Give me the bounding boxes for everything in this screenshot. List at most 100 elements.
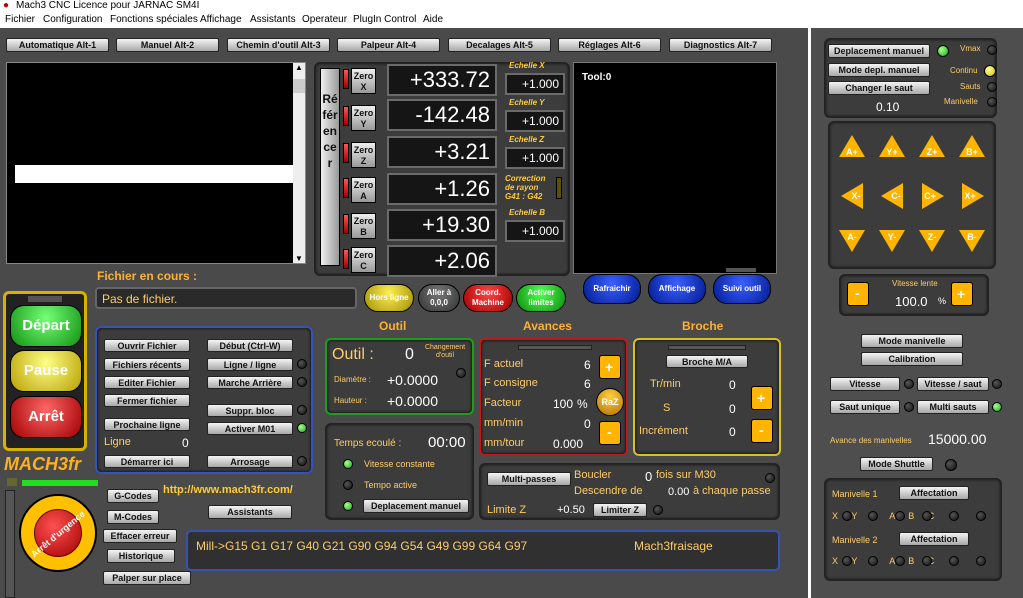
gcodes-button[interactable]: G-Codes [107, 489, 159, 503]
arret-button[interactable]: Arrêt [10, 396, 82, 438]
tab-automatique[interactable]: Automatique Alt-1 [6, 38, 109, 52]
menu-fichier[interactable]: Fichier [5, 14, 35, 25]
tab-manuel[interactable]: Manuel Alt-2 [116, 38, 219, 52]
scale-b[interactable]: +1.000 [505, 220, 565, 242]
demarrer-ici-button[interactable]: Démarrer ici [104, 455, 190, 468]
avances-slider[interactable] [518, 345, 592, 350]
gcode-viewer[interactable]: ▲ ▼ [6, 62, 306, 264]
zero-y-button[interactable]: Zero Y [351, 105, 376, 131]
pause-button[interactable]: Pause [10, 350, 82, 392]
depl-manuel-button[interactable]: Deplacement manuel [828, 44, 930, 58]
limite-z-value[interactable]: +0.50 [557, 504, 585, 516]
assistants-button[interactable]: Assistants [208, 505, 292, 519]
zero-a-button[interactable]: Zero A [351, 177, 376, 203]
mode-depl-button[interactable]: Mode depl. manuel [828, 63, 930, 77]
dro-x[interactable]: +333.72 [387, 64, 497, 96]
arrosage-button[interactable]: Arrosage [207, 455, 293, 468]
suivi-outil-button[interactable]: Suivi outil [713, 274, 771, 304]
activer-limites-button[interactable]: Activer limites [516, 284, 566, 312]
diametre-value[interactable]: +0.0000 [387, 372, 438, 388]
toolpath-display[interactable]: Tool:0 [573, 62, 777, 274]
referencer-button[interactable]: Référencer [320, 68, 340, 266]
saut-value[interactable]: 0.10 [876, 100, 899, 114]
editer-fichier-button[interactable]: Editer Fichier [104, 376, 190, 389]
scale-y[interactable]: +1.000 [505, 110, 565, 132]
saut-unique-button[interactable]: Saut unique [830, 400, 900, 414]
mode-shuttle-button[interactable]: Mode Shuttle [860, 457, 933, 471]
website-link[interactable]: http://www.mach3fr.com/ [163, 484, 293, 496]
marche-arriere-button[interactable]: Marche Arrière [207, 376, 293, 389]
mcodes-button[interactable]: M-Codes [107, 510, 159, 524]
feed-down-button[interactable]: - [599, 421, 621, 445]
hors-ligne-button[interactable]: Hors ligne [364, 284, 414, 312]
calibration-button[interactable]: Calibration [861, 352, 963, 366]
menu-operateur[interactable]: Operateur [302, 14, 347, 25]
multipasses-button[interactable]: Multi-passes [487, 472, 571, 486]
palper-button[interactable]: Palper sur place [103, 571, 191, 585]
outil-value[interactable]: 0 [405, 346, 414, 364]
mode-manivelle-button[interactable]: Mode manivelle [861, 334, 963, 348]
scroll-up-icon[interactable]: ▲ [295, 63, 303, 72]
changer-saut-button[interactable]: Changer le saut [828, 81, 930, 95]
menu-fonctions[interactable]: Fonctions spéciales [110, 14, 198, 25]
tab-decalages[interactable]: Decalages Alt-5 [448, 38, 551, 52]
estop-button[interactable]: Arrêt d'urgence [19, 494, 97, 572]
broche-ma-button[interactable]: Broche M/A [666, 355, 748, 368]
zero-x-button[interactable]: Zero X [351, 68, 376, 94]
coord-machine-button[interactable]: Coord. Machine [463, 284, 513, 312]
fichiers-recents-button[interactable]: Fichiers récents [104, 358, 190, 371]
zero-z-button[interactable]: Zero Z [351, 142, 376, 168]
scrollbar-thumb[interactable] [293, 79, 305, 93]
zero-b-button[interactable]: Zero B [351, 213, 376, 239]
menu-configuration[interactable]: Configuration [43, 14, 102, 25]
activer-m01-button[interactable]: Activer M01 [207, 422, 293, 435]
avance-manivelles-value[interactable]: 15000.00 [928, 431, 986, 447]
scale-x[interactable]: +1.000 [505, 73, 565, 95]
vitesse-up-button[interactable]: + [951, 282, 973, 306]
vitesse-button[interactable]: Vitesse [830, 377, 900, 391]
affichage-button[interactable]: Affichage [648, 274, 706, 304]
suppr-bloc-button[interactable]: Suppr. bloc [207, 404, 293, 417]
feed-up-button[interactable]: + [599, 355, 621, 379]
tab-chemin[interactable]: Chemin d'outil Alt-3 [227, 38, 330, 52]
dro-a[interactable]: +1.26 [387, 173, 497, 205]
gcode-scrollbar[interactable]: ▲ ▼ [293, 63, 305, 263]
historique-button[interactable]: Historique [107, 549, 175, 563]
facteur-value[interactable]: 100 [553, 397, 573, 411]
scroll-down-icon[interactable]: ▼ [295, 254, 303, 263]
dro-c[interactable]: +2.06 [387, 245, 497, 277]
broche-slider[interactable] [668, 345, 746, 350]
ouvrir-fichier-button[interactable]: Ouvrir Fichier [104, 339, 190, 352]
tab-diagnostics[interactable]: Diagnostics Alt-7 [669, 38, 772, 52]
spindle-down-button[interactable]: - [751, 419, 773, 443]
vitesse-saut-button[interactable]: Vitesse / saut [917, 377, 989, 391]
tab-palpeur[interactable]: Palpeur Alt-4 [337, 38, 440, 52]
menu-assistants[interactable]: Assistants [250, 14, 296, 25]
limiter-z-button[interactable]: Limiter Z [593, 503, 647, 517]
menu-aide[interactable]: Aide [423, 14, 443, 25]
boucler-value[interactable]: 0 [645, 469, 652, 484]
vitesse-down-button[interactable]: - [847, 282, 869, 306]
affectation2-button[interactable]: Affectation [899, 532, 969, 546]
s-value[interactable]: 0 [729, 402, 736, 416]
deplacement-manuel-button[interactable]: Deplacement manuel [363, 499, 469, 513]
rafraichir-button[interactable]: Rafraichir [583, 274, 641, 304]
dro-y[interactable]: -142.48 [387, 99, 497, 131]
effacer-erreur-button[interactable]: Effacer erreur [103, 529, 177, 543]
zero-c-button[interactable]: Zero C [351, 247, 376, 273]
raz-button[interactable]: RaZ [596, 388, 624, 416]
descendre-value[interactable]: 0.00 [668, 486, 689, 498]
menu-plugin[interactable]: PlugIn Control [353, 14, 416, 25]
aller-zero-button[interactable]: Aller à 0,0,0 [418, 284, 460, 312]
spindle-up-button[interactable]: + [751, 386, 773, 410]
dro-b[interactable]: +19.30 [387, 209, 497, 241]
affectation1-button[interactable]: Affectation [899, 486, 969, 500]
multi-sauts-button[interactable]: Multi sauts [917, 400, 989, 414]
hauteur-value[interactable]: +0.0000 [387, 393, 438, 409]
debut-button[interactable]: Début (Ctrl-W) [207, 339, 293, 352]
menu-affichage[interactable]: Affichage [200, 14, 242, 25]
prochaine-ligne-button[interactable]: Prochaine ligne [104, 418, 190, 431]
depart-button[interactable]: Départ [10, 305, 82, 347]
fermer-fichier-button[interactable]: Fermer fichier [104, 394, 190, 407]
vitesse-lente-value[interactable]: 100.0 [895, 294, 928, 309]
